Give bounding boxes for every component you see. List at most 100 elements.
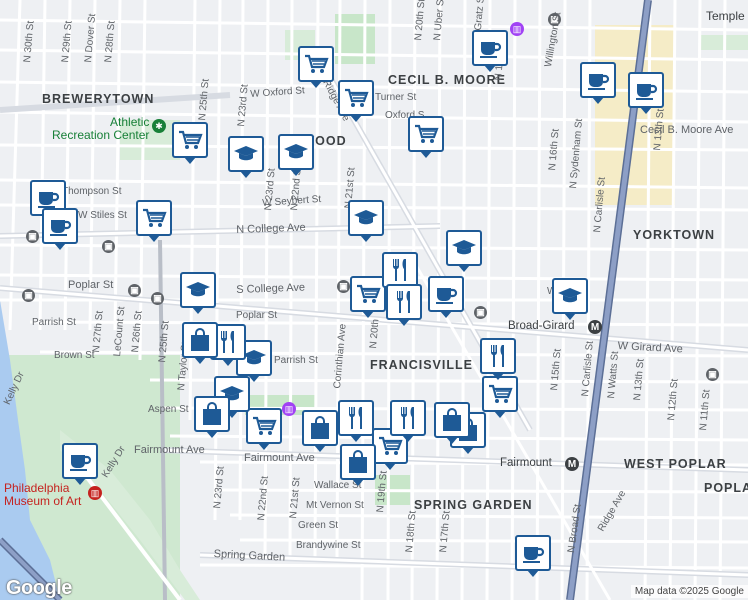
cafe-marker[interactable] <box>515 535 551 577</box>
street-label: Fairmount Ave <box>244 452 315 464</box>
street-label: Mt Vernon St <box>306 500 364 511</box>
cafe-marker[interactable] <box>580 62 616 104</box>
bus-stop-icon[interactable]: ▣ <box>26 230 39 243</box>
school-marker[interactable] <box>446 230 482 272</box>
map-attribution[interactable]: Map data ©2025 Google <box>630 585 748 598</box>
restaurant-icon <box>395 405 421 431</box>
area-label-spring-garden: SPRING GARDEN <box>414 498 533 512</box>
restaurant-icon <box>387 257 413 283</box>
store-marker[interactable] <box>182 322 218 364</box>
street-label: Parrish St <box>32 317 76 328</box>
street-label: Brown St <box>54 350 95 361</box>
grocery-marker[interactable] <box>136 200 172 242</box>
bus-stop-icon[interactable]: ▣ <box>474 306 487 319</box>
school-marker[interactable] <box>228 136 264 178</box>
restaurant-marker[interactable] <box>480 338 516 380</box>
grocery-marker[interactable] <box>172 122 208 164</box>
store-marker[interactable] <box>194 396 230 438</box>
street-label: Turner St <box>375 92 417 103</box>
shopping-bag-icon <box>345 449 371 475</box>
street-label: Parrish St <box>274 355 318 366</box>
restaurant-marker[interactable] <box>338 400 374 442</box>
bus-stop-icon[interactable]: ▣ <box>128 284 141 297</box>
subway-station-icon[interactable]: M <box>588 320 602 334</box>
bus-stop-icon[interactable]: ▣ <box>706 368 719 381</box>
area-label-cecil-b-moore: CECIL B. MOORE <box>388 73 506 87</box>
cafe-marker[interactable] <box>42 208 78 250</box>
cafe-icon <box>633 77 659 103</box>
cafe-marker[interactable] <box>428 276 464 318</box>
bus-stop-icon[interactable]: ▣ <box>337 280 350 293</box>
shopping-cart-icon <box>177 127 203 153</box>
street-label: Cecil B. Moore Ave <box>640 124 734 136</box>
school-marker[interactable] <box>180 272 216 314</box>
shopping-cart-icon <box>141 205 167 231</box>
street-label: Aspen St <box>148 404 189 415</box>
cafe-marker[interactable] <box>472 30 508 72</box>
bus-stop-icon[interactable]: ▣ <box>22 289 35 302</box>
shopping-bag-icon <box>199 401 225 427</box>
shopping-cart-icon <box>487 381 513 407</box>
cafe-marker[interactable] <box>62 443 98 485</box>
fairmount-station-label[interactable]: Fairmount <box>500 457 552 469</box>
graduation-cap-icon <box>283 139 309 165</box>
cafe-icon <box>433 281 459 307</box>
google-logo: Google <box>6 577 72 599</box>
cafe-icon <box>520 540 546 566</box>
cafe-marker[interactable] <box>628 72 664 114</box>
shopping-cart-icon <box>303 51 329 77</box>
grocery-marker[interactable] <box>482 376 518 418</box>
school-marker[interactable] <box>348 200 384 242</box>
museum-icon[interactable]: ▥ <box>88 486 102 500</box>
museum-icon[interactable]: ▥ <box>510 22 524 36</box>
bus-stop-icon[interactable]: ▣ <box>151 292 164 305</box>
restaurant-marker[interactable] <box>382 252 418 294</box>
restaurant-marker[interactable] <box>390 400 426 442</box>
shopping-cart-icon <box>355 281 381 307</box>
restaurant-icon <box>485 343 511 369</box>
school-marker[interactable] <box>552 278 588 320</box>
school-marker[interactable] <box>278 134 314 176</box>
grocery-marker[interactable] <box>338 80 374 122</box>
graduation-cap-icon <box>451 235 477 261</box>
shopping-bag-icon <box>439 407 465 433</box>
restaurant-marker[interactable] <box>386 284 422 326</box>
street-label: Brandywine St <box>296 540 361 551</box>
poi-label-line: Museum of Art <box>4 494 82 508</box>
restaurant-icon <box>343 405 369 431</box>
park-icon[interactable]: ✱ <box>152 119 166 133</box>
subway-station-icon[interactable]: M <box>565 457 579 471</box>
graduation-cap-icon <box>353 205 379 231</box>
poi-label-line: Recreation Center <box>52 128 150 142</box>
street-label: Poplar St <box>236 310 278 321</box>
cafe-icon <box>67 448 93 474</box>
street-label: Poplar St <box>68 279 114 291</box>
grocery-marker[interactable] <box>246 408 282 450</box>
grocery-marker[interactable] <box>350 276 386 318</box>
cafe-icon <box>47 213 73 239</box>
shopping-bag-icon <box>187 327 213 353</box>
store-marker[interactable] <box>340 444 376 486</box>
area-label-francisville: FRANCISVILLE <box>370 358 473 372</box>
area-label-poplar: POPLA <box>704 481 748 495</box>
shopping-cart-icon <box>413 121 439 147</box>
shopping-cart-icon <box>377 433 403 459</box>
philadelphia-museum-of-art-label[interactable]: Philadelphia Museum of Art <box>4 482 81 508</box>
museum-icon[interactable]: ▥ <box>282 402 296 416</box>
graduation-cap-icon <box>185 277 211 303</box>
athletic-recreation-center-label[interactable]: Athletic Recreation Center <box>52 116 149 142</box>
shopping-bag-icon <box>307 415 333 441</box>
shopping-cart-icon <box>251 413 277 439</box>
street-label: Fairmount Ave <box>134 444 205 456</box>
broad-girard-station-label[interactable]: Broad-Girard <box>508 320 574 332</box>
area-label-yorktown: YORKTOWN <box>633 228 716 242</box>
grocery-marker[interactable] <box>408 116 444 158</box>
store-marker[interactable] <box>434 402 470 444</box>
store-marker[interactable] <box>302 410 338 452</box>
street-label: Thompson St <box>62 186 122 197</box>
bus-stop-icon[interactable]: ▣ <box>102 240 115 253</box>
street-label: Green St <box>298 520 339 531</box>
street-label: S College Ave <box>236 281 306 296</box>
grocery-marker[interactable] <box>298 46 334 88</box>
graduation-cap-icon <box>557 283 583 309</box>
